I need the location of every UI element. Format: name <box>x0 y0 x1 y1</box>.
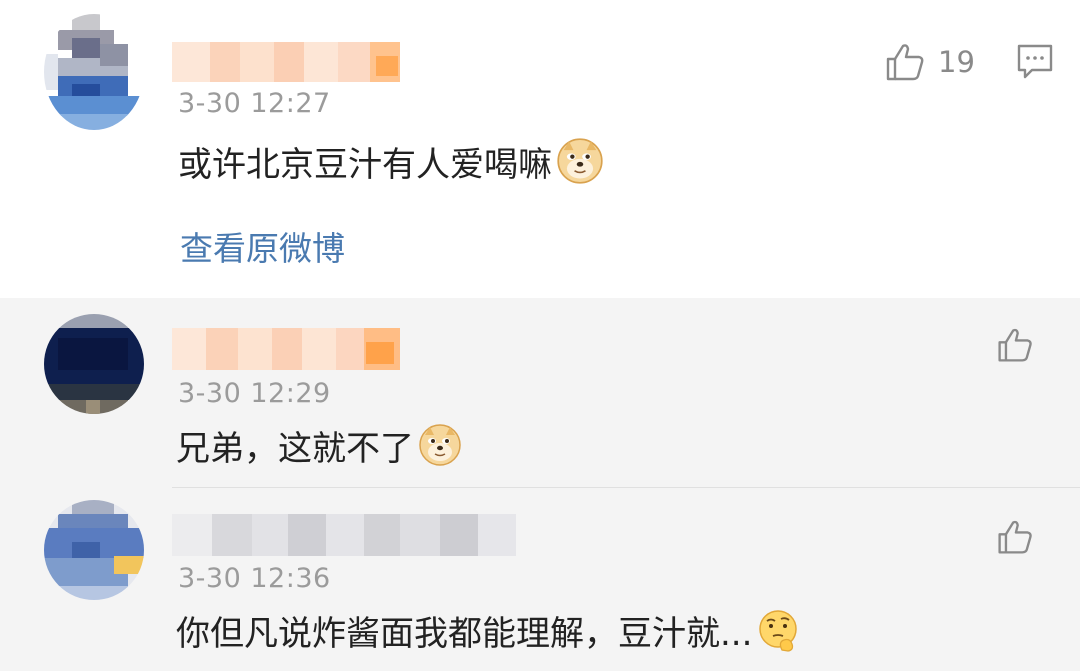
avatar[interactable] <box>44 14 144 130</box>
avatar[interactable] <box>44 500 144 600</box>
username-blurred[interactable] <box>172 328 402 372</box>
thumbs-up-icon <box>998 520 1032 554</box>
avatar[interactable] <box>44 314 144 414</box>
like-button[interactable] <box>996 518 1034 556</box>
thinking-emoji <box>759 610 798 652</box>
reply-time: 3-30 12:36 <box>178 563 331 594</box>
username-blurred[interactable] <box>172 42 402 86</box>
comment-text: 或许北京豆汁有人爱喝嘛 <box>178 138 604 185</box>
doge-emoji <box>557 138 603 184</box>
username-blurred[interactable] <box>172 514 516 558</box>
thumbs-up-icon <box>886 44 924 81</box>
comment-bubble-icon <box>1017 44 1053 79</box>
comment-text-body: 或许北京豆汁有人爱喝嘛 <box>178 144 552 185</box>
like-button[interactable]: 19 <box>884 40 975 84</box>
thumbs-up-icon <box>998 328 1032 362</box>
reply-text-body: 你但凡说炸酱面我都能理解，豆汁就... <box>176 613 753 654</box>
reply-button[interactable] <box>1016 42 1054 86</box>
like-button[interactable] <box>996 326 1034 364</box>
reply-time: 3-30 12:29 <box>178 378 331 409</box>
reply-divider <box>172 487 1080 488</box>
reply-text: 兄弟，这就不了 <box>176 422 462 469</box>
reply-text-body: 兄弟，这就不了 <box>176 428 414 469</box>
like-count: 19 <box>938 45 975 79</box>
doge-emoji <box>419 424 461 466</box>
main-comment: 3-30 12:27 或许北京豆汁有人爱喝嘛 查看原微博 19 <box>0 0 1080 298</box>
view-original-weibo-link[interactable]: 查看原微博 <box>180 222 345 270</box>
comment-time: 3-30 12:27 <box>178 88 331 119</box>
reply-text: 你但凡说炸酱面我都能理解，豆汁就... <box>176 607 800 654</box>
